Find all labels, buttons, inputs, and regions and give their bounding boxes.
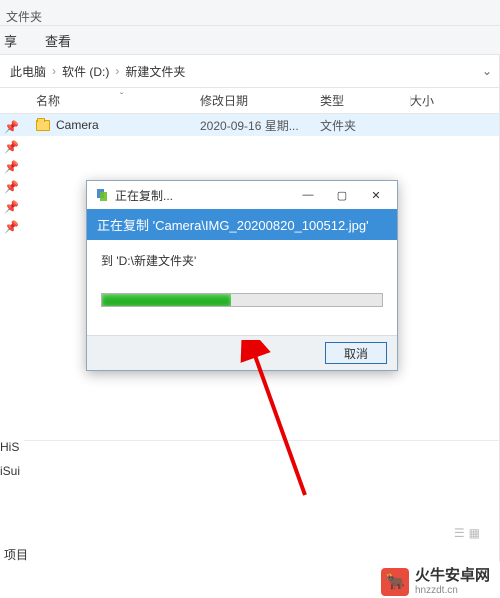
maximize-button[interactable]: ▢ [325, 184, 359, 206]
dialog-overlay: 正在复制... — ▢ ✕ 正在复制 'Camera\IMG_20200820_… [0, 0, 500, 598]
minimize-button[interactable]: — [291, 184, 325, 206]
close-button[interactable]: ✕ [359, 184, 393, 206]
progress-fill [102, 294, 231, 306]
copy-pages-icon [95, 188, 109, 202]
dialog-title: 正在复制... [115, 187, 291, 204]
dialog-banner: 正在复制 'Camera\IMG_20200820_100512.jpg' [87, 209, 397, 240]
dialog-footer: 取消 [87, 335, 397, 370]
copy-dialog: 正在复制... — ▢ ✕ 正在复制 'Camera\IMG_20200820_… [86, 180, 398, 371]
progress-bar [101, 293, 383, 307]
dialog-destination: 到 'D:\新建文件夹' [101, 252, 383, 269]
dialog-titlebar[interactable]: 正在复制... — ▢ ✕ [87, 181, 397, 209]
cancel-button[interactable]: 取消 [325, 342, 387, 364]
